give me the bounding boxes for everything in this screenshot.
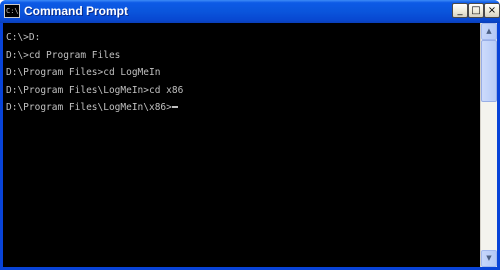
scroll-down-button[interactable]: ▼ [481, 250, 497, 267]
console-prompt-line[interactable]: D:\Program Files\LogMeIn\x86> [6, 99, 480, 117]
command-prompt-icon[interactable]: C:\ [4, 4, 20, 18]
command-prompt-window: C:\ Command Prompt _ □ × C:\>D: D:\>cd P… [0, 0, 500, 270]
minimize-button[interactable]: _ [452, 3, 468, 18]
console-line: D:\Program Files\LogMeIn>cd x86 [6, 84, 184, 96]
console-line: D:\>cd Program Files [6, 49, 121, 61]
scroll-up-button[interactable]: ▲ [481, 23, 497, 40]
window-title: Command Prompt [24, 4, 129, 18]
console-prompt: D:\Program Files\LogMeIn\x86> [6, 102, 172, 113]
text-cursor [171, 106, 178, 108]
close-button[interactable]: × [484, 3, 500, 18]
scrollbar-thumb[interactable] [481, 40, 497, 102]
console-line: C:\>D: [6, 32, 41, 43]
console-line: D:\Program Files>cd LogMeIn [6, 67, 161, 78]
vertical-scrollbar[interactable]: ▲ ▼ [480, 23, 497, 267]
title-bar[interactable]: C:\ Command Prompt _ □ × [0, 0, 500, 23]
maximize-button[interactable]: □ [468, 3, 484, 18]
console-output[interactable]: C:\>D: D:\>cd Program Files D:\Program F… [3, 23, 480, 267]
